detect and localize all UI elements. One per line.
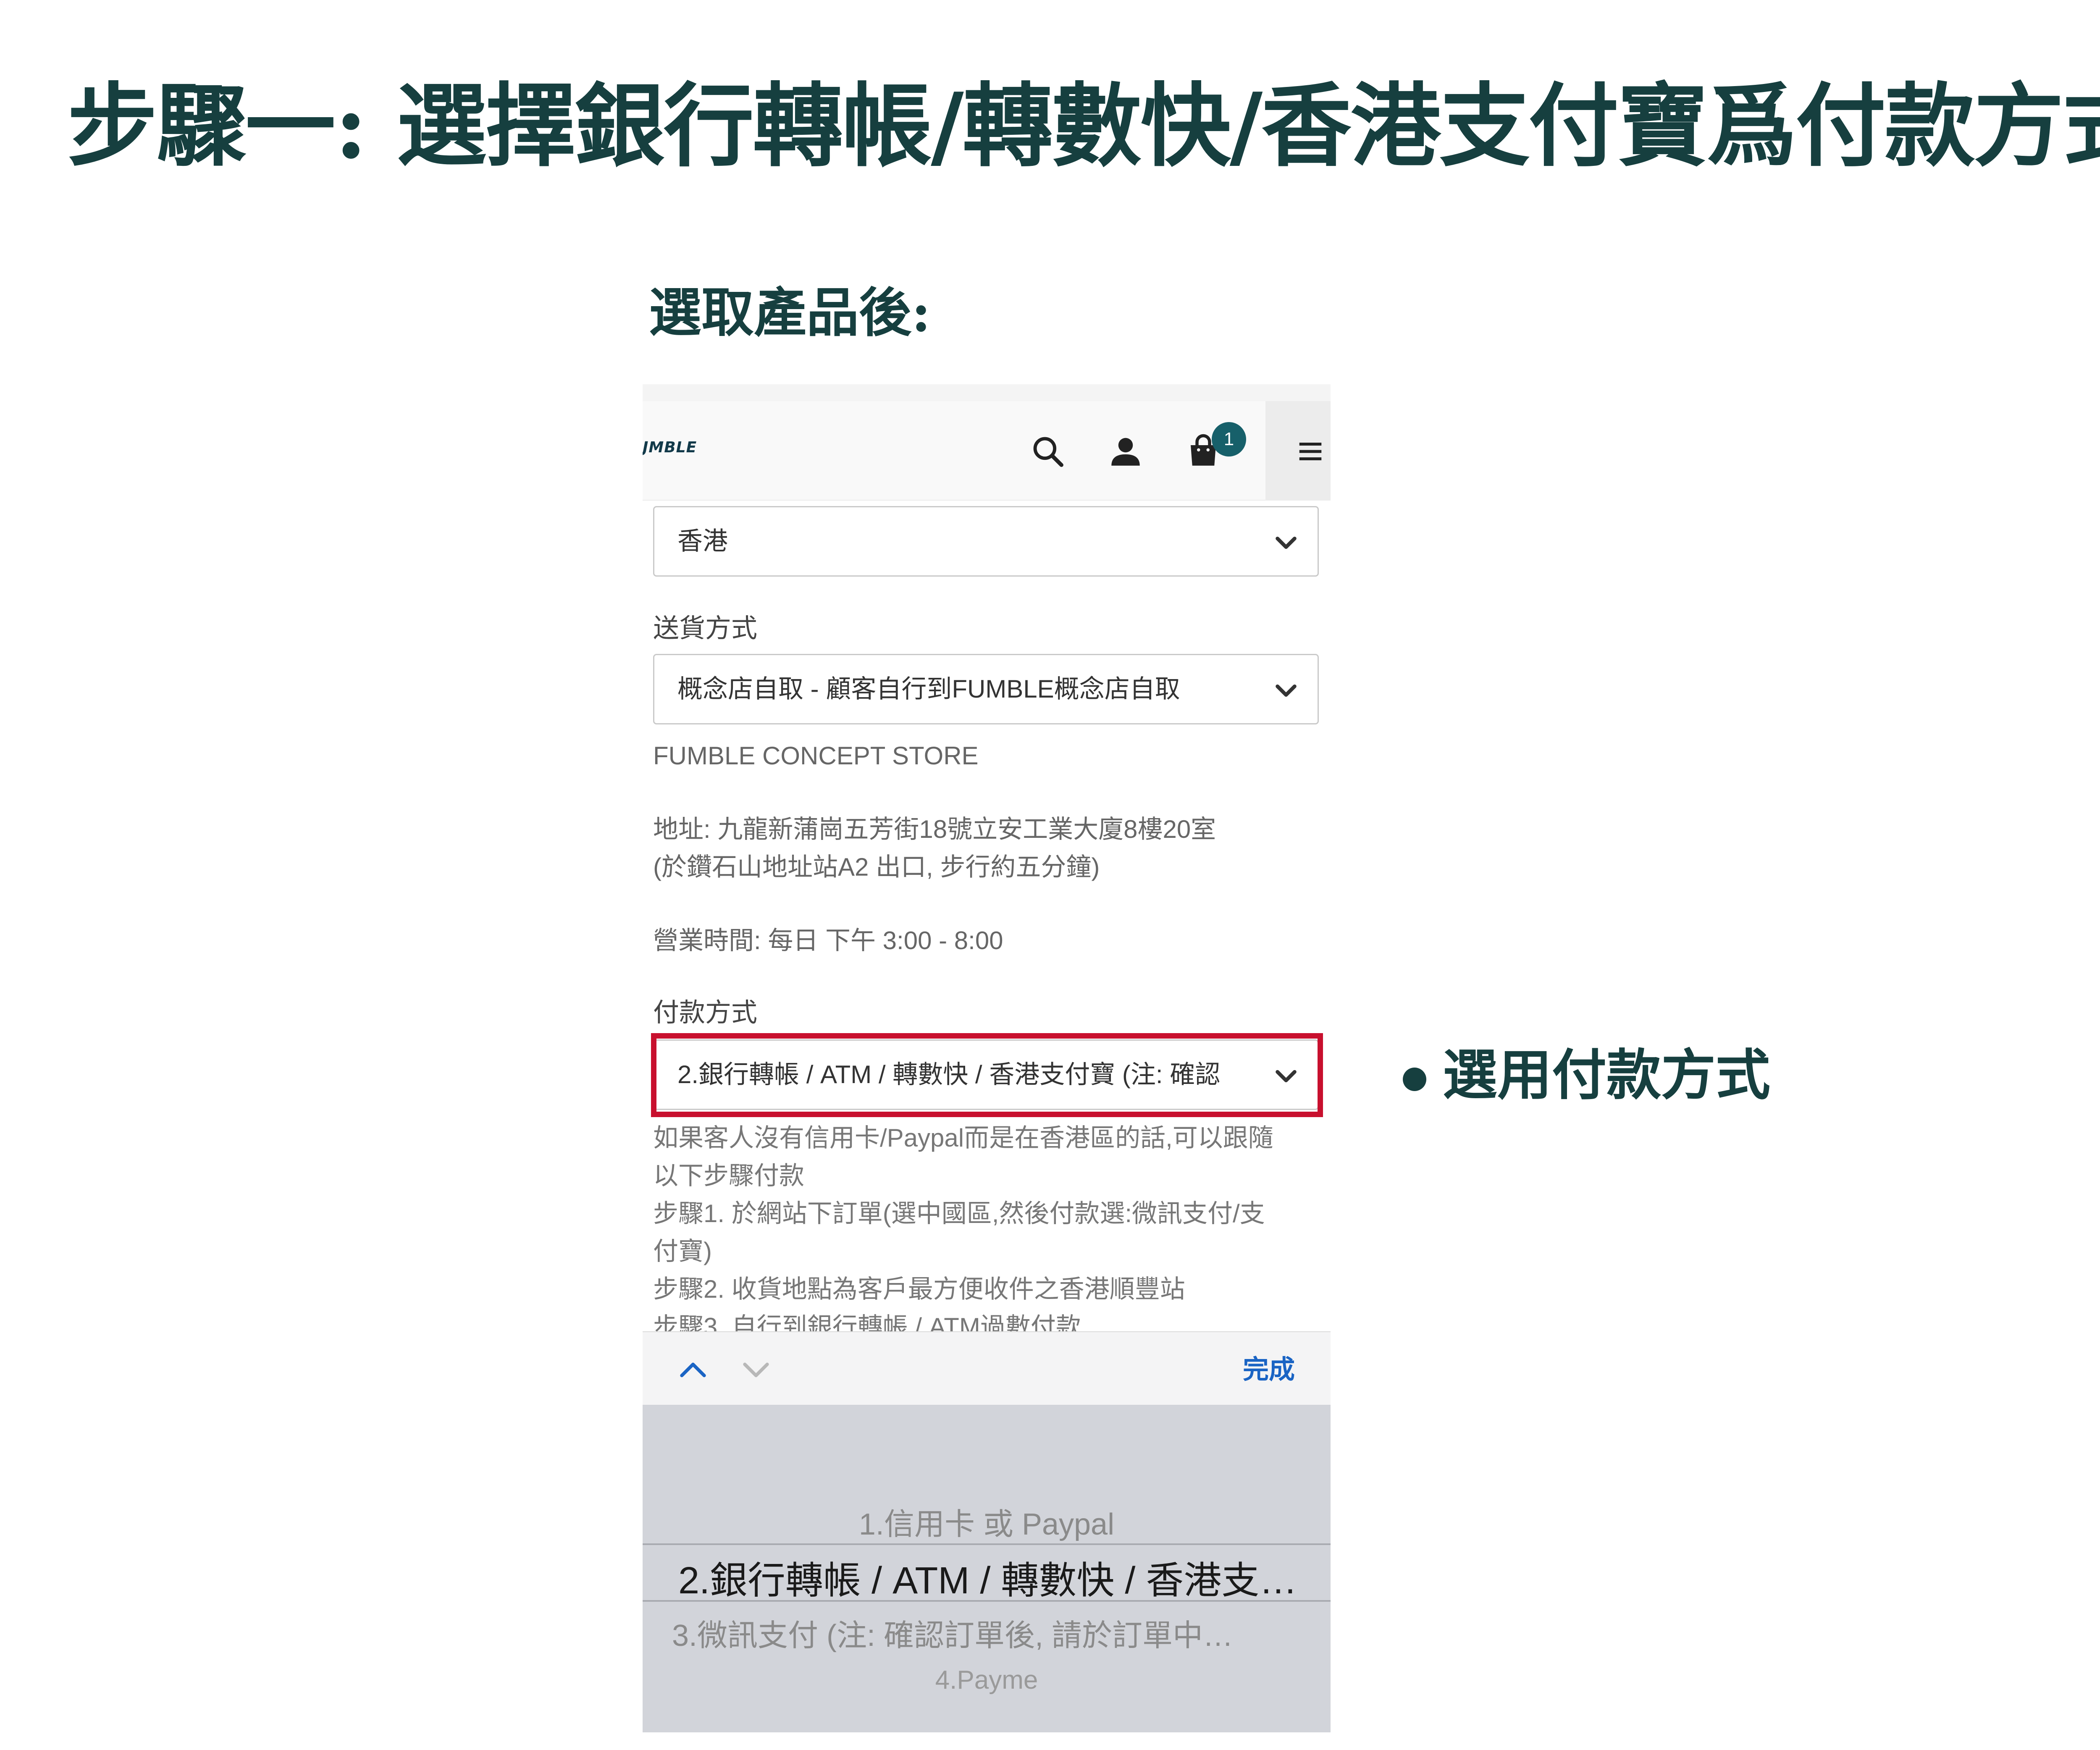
payment-help-line: 以下步驟付款 [653,1162,804,1190]
bullet-icon [1403,1068,1426,1091]
chevron-down-icon [1276,536,1297,549]
annotation-text: 選用付款方式 [1443,1043,1771,1107]
site-header: JMBLE 1 [643,401,1331,501]
payment-method-value: 2.銀行轉帳 / ATM / 轉數快 / 香港支付寶 (注: 確認 [677,1060,1221,1089]
payment-picker[interactable]: 1.信用卡 或 Paypal 2.銀行轉帳 / ATM / 轉數快 / 香港支…… [643,1405,1331,1732]
delivery-method-select[interactable]: 概念店自取 - 顧客自行到FUMBLE概念店自取 [653,654,1319,724]
payment-help-line: 步驟2. 收貨地點為客戶最方便收件之香港順豐站 [653,1275,1185,1303]
region-select-value: 香港 [677,527,728,555]
cart-count-badge: 1 [1212,422,1246,457]
picker-option[interactable]: 4.Payme [643,1665,1331,1695]
search-icon[interactable] [1027,430,1069,472]
delivery-method-label: 送貨方式 [653,614,758,643]
payment-help-line: 付寶) [653,1237,712,1265]
user-icon[interactable] [1105,430,1147,472]
store-address-line2: (於鑽石山地址站A2 出口, 步行約五分鐘) [653,853,1100,881]
store-name: FUMBLE CONCEPT STORE [653,742,979,770]
chevron-down-icon [1276,1070,1297,1083]
picker-option-selected[interactable]: 2.銀行轉帳 / ATM / 轉數快 / 香港支… [678,1550,1325,1604]
status-strip [643,384,1331,401]
chevron-up-icon[interactable] [676,1353,710,1387]
chevron-down-icon[interactable] [739,1353,773,1387]
done-button[interactable]: 完成 [1243,1349,1295,1391]
section-subtitle: 選取產品後: [649,282,931,344]
site-logo[interactable]: JMBLE [643,439,697,456]
store-hours: 營業時間: 每日 下午 3:00 - 8:00 [653,926,1003,955]
payment-help-line: 步驟3. 自行到銀行轉帳 / ATM過數付款 [653,1313,1081,1331]
picker-option[interactable]: 3.微訊支付 (注: 確認訂單後, 請於訂單中… [672,1611,1327,1655]
picker-toolbar: 完成 [643,1331,1331,1406]
payment-method-label: 付款方式 [653,998,758,1027]
chevron-down-icon [1276,684,1297,697]
payment-help-line: 步驟1. 於網站下訂單(選中國區,然後付款選:微訊支付/支 [653,1199,1265,1228]
page-title: 步驟一: 選擇銀行轉帳/轉數快/香港支付寶爲付款方式 [67,73,2100,179]
picker-option[interactable]: 1.信用卡 或 Paypal [643,1499,1331,1543]
menu-icon[interactable] [1289,430,1331,472]
store-address-line1: 地址: 九龍新蒲崗五芳街18號立安工業大廈8樓20室 [653,815,1216,843]
delivery-method-value: 概念店自取 - 顧客自行到FUMBLE概念店自取 [677,675,1180,703]
payment-help-line: 如果客人沒有信用卡/Paypal而是在香港區的話,可以跟隨 [653,1124,1273,1152]
region-select[interactable]: 香港 [653,506,1319,577]
phone-screenshot: JMBLE 1 香港 送貨方式 概念店自取 - 顧客自行到FUMBLE概念店自取… [643,384,1331,1732]
picker-selection-top [643,1543,1331,1545]
payment-method-select[interactable]: 2.銀行轉帳 / ATM / 轉數快 / 香港支付寶 (注: 確認 [653,1039,1319,1110]
